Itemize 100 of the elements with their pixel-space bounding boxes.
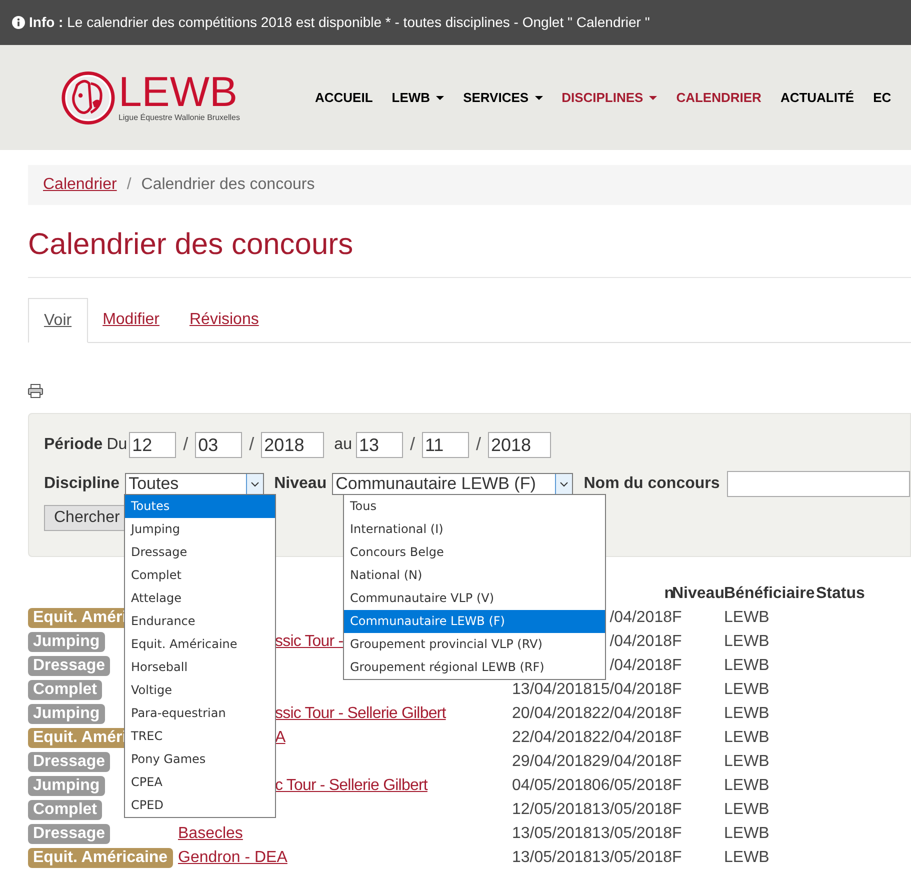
- select-field[interactable]: Communautaire LEWB (F): [332, 473, 573, 495]
- dropdown-option[interactable]: Horseball: [125, 656, 275, 679]
- date-field[interactable]: 03: [195, 432, 242, 458]
- discipline-badge: Complet: [28, 680, 102, 700]
- chevron-down-icon: [251, 482, 260, 486]
- nav-link[interactable]: ACTUALITÉ: [780, 88, 854, 108]
- level-cell-text: F: [672, 728, 683, 748]
- level-cell-text: F: [672, 680, 683, 700]
- start-date: 22/04/2018: [512, 729, 592, 746]
- dropdown-option[interactable]: Voltige: [125, 679, 275, 702]
- from-label: Du: [106, 434, 128, 454]
- level-cell-text: F: [672, 608, 683, 628]
- beneficiary-cell-text: LEWB: [724, 632, 770, 652]
- date-field[interactable]: 2018: [261, 432, 324, 458]
- nav-link[interactable]: ACCUEIL: [315, 88, 373, 108]
- start-date: 20/04/2018: [512, 705, 592, 722]
- dropdown-option[interactable]: Groupement provincial VLP (RV): [344, 633, 605, 656]
- level-cell-text: F: [672, 752, 683, 772]
- date-separator: /: [249, 433, 254, 456]
- name-field[interactable]: [726, 471, 910, 497]
- info-icon: [12, 16, 25, 29]
- dropdown-option[interactable]: Dressage: [125, 541, 275, 564]
- start-date: 29/04/2018: [512, 753, 592, 770]
- competition-link[interactable]: A: [275, 729, 286, 746]
- dropdown-option[interactable]: Pony Games: [125, 748, 275, 771]
- competition-link[interactable]: ssic Tour -: [275, 633, 344, 650]
- column-header: n: [664, 584, 674, 604]
- discipline-label: Discipline: [44, 474, 120, 494]
- dropdown-option[interactable]: Tous: [344, 495, 605, 518]
- tab[interactable]: Voir: [28, 298, 88, 343]
- caret-icon: [534, 96, 543, 100]
- column-header: Status: [816, 584, 866, 604]
- dropdown-option[interactable]: Toutes: [125, 495, 275, 518]
- date-separator: /: [410, 433, 415, 456]
- beneficiary-cell-text: LEWB: [724, 776, 770, 796]
- select-field[interactable]: Toutes: [124, 473, 264, 495]
- nav-link[interactable]: EC: [873, 88, 892, 108]
- dropdown-option[interactable]: National (N): [344, 564, 605, 587]
- end-date: /04/2018: [610, 609, 672, 626]
- period-label: Période: [44, 434, 103, 454]
- discipline-badge: Jumping: [28, 632, 105, 652]
- start-date: 13/04/2018: [512, 681, 592, 698]
- dropdown-option[interactable]: Complet: [125, 564, 275, 587]
- level-cell-text: F: [672, 824, 683, 844]
- level-cell-text: F: [672, 800, 683, 820]
- beneficiary-cell-text: LEWB: [724, 800, 770, 820]
- nav-link[interactable]: DISCIPLINES: [562, 88, 658, 108]
- nav-link[interactable]: SERVICES: [463, 88, 543, 108]
- tab[interactable]: Modifier: [88, 298, 174, 342]
- dropdown-option[interactable]: Para-equestrian: [125, 702, 275, 725]
- discipline-badge: Dressage: [28, 752, 110, 772]
- start-date: 04/05/2018: [512, 777, 592, 794]
- date-separator: /: [183, 433, 188, 456]
- date-field[interactable]: 2018: [488, 432, 551, 458]
- beneficiary-cell-text: LEWB: [724, 752, 770, 772]
- beneficiary-cell-text: LEWB: [724, 728, 770, 748]
- end-date: 06/05/2018: [592, 777, 672, 794]
- level-cell-text: F: [672, 656, 683, 676]
- breadcrumb-link[interactable]: Calendrier: [43, 173, 117, 197]
- end-date: 22/04/2018: [592, 705, 672, 722]
- end-date: /04/2018: [610, 633, 672, 650]
- level-label: Niveau: [274, 474, 327, 494]
- chevron-down-icon: [560, 482, 568, 486]
- discipline-badge: Dressage: [28, 656, 110, 676]
- beneficiary-cell-text: LEWB: [724, 656, 770, 676]
- beneficiary-cell-text: LEWB: [724, 608, 770, 628]
- dropdown-option[interactable]: Concours Belge: [344, 541, 605, 564]
- date-field[interactable]: 13: [356, 432, 403, 458]
- tab[interactable]: Révisions: [174, 298, 274, 342]
- level-cell-text: F: [672, 632, 683, 652]
- caret-icon: [436, 96, 444, 100]
- dropdown-option[interactable]: Groupement régional LEWB (RF): [344, 656, 605, 679]
- end-date: 13/05/2018: [592, 849, 672, 866]
- logo[interactable]: LEWB Ligue Équestre Wallonie Bruxelles: [60, 64, 240, 130]
- page-title: Calendrier des concours: [28, 227, 354, 263]
- dropdown-option[interactable]: Attelage: [125, 587, 275, 610]
- level-cell-text: F: [672, 848, 683, 868]
- date-field[interactable]: 11: [422, 432, 469, 458]
- nav-link[interactable]: CALENDRIER: [676, 88, 762, 108]
- discipline-badge: Jumping: [28, 704, 105, 724]
- logo-tagline: Ligue Équestre Wallonie Bruxelles: [118, 112, 240, 124]
- discipline-badge: Jumping: [28, 776, 105, 796]
- dropdown-option[interactable]: Communautaire VLP (V): [344, 587, 605, 610]
- level-cell-text: F: [672, 704, 683, 724]
- competition-link[interactable]: ssic Tour - Sellerie Gilbert: [275, 705, 446, 722]
- end-date: 13/05/2018: [592, 825, 672, 842]
- discipline-badge: Complet: [28, 800, 102, 820]
- nav-link[interactable]: LEWB: [392, 88, 444, 108]
- dropdown-option[interactable]: CPED: [125, 794, 275, 817]
- competition-link[interactable]: Gendron - DEA: [178, 849, 288, 866]
- dropdown-option[interactable]: Communautaire LEWB (F): [344, 610, 605, 633]
- dropdown-option[interactable]: CPEA: [125, 771, 275, 794]
- competition-link[interactable]: c Tour - Sellerie Gilbert: [275, 777, 428, 794]
- end-date: 13/05/2018: [592, 801, 672, 818]
- breadcrumb-current: Calendrier des concours: [141, 175, 315, 195]
- dropdown-option[interactable]: International (I): [344, 518, 605, 541]
- dropdown-option[interactable]: Equit. Américaine: [125, 633, 275, 656]
- competition-link[interactable]: Basecles: [178, 825, 243, 842]
- date-field[interactable]: 12: [129, 432, 176, 458]
- printer-icon[interactable]: [28, 384, 43, 398]
